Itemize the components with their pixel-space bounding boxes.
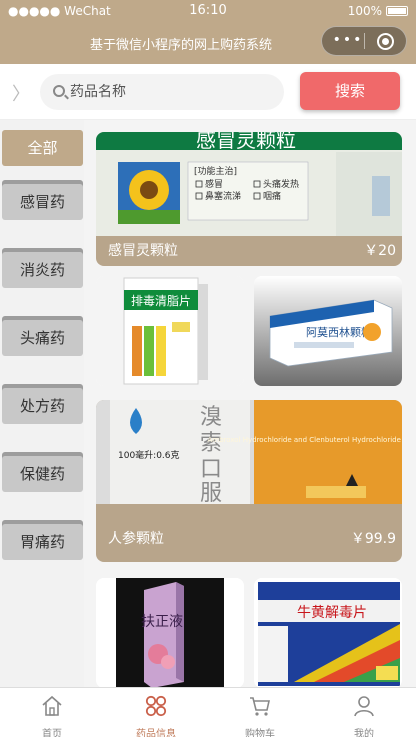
category-health[interactable]: 保健药	[2, 456, 83, 492]
tab-drug-info[interactable]: 药品信息	[104, 688, 208, 737]
status-bar: ●●●●● WeChat 16:10 100%	[0, 0, 416, 22]
battery-indicator: 100%	[348, 4, 408, 18]
page-title: 基于微信小程序的网上购药系统	[90, 38, 273, 53]
product-image: 阿莫西林颗粒	[254, 276, 402, 386]
category-prescription[interactable]: 处方药	[2, 388, 83, 424]
product-card[interactable]: 扶正液	[96, 578, 244, 687]
category-headache[interactable]: 头痛药	[2, 320, 83, 356]
product-card-featured[interactable]: 100毫升:0.6克 溴 索 口 服 Ambroxol Hydrochlorid…	[96, 400, 402, 562]
expand-chevron-icon[interactable]: 〉	[12, 80, 30, 106]
pack-item-text: 感冒	[205, 178, 223, 190]
svg-text:口: 口	[200, 457, 222, 482]
bottom-tab-bar: 首页 药品信息 购物车 我的	[0, 687, 416, 737]
pack-title-text: 牛黄解毒片	[297, 604, 367, 621]
product-card-featured[interactable]: 感冒灵颗粒 [功能主治] 感冒 头痛发热 鼻塞流涕 咽痛 感冒灵颗粒 ￥20	[96, 132, 402, 266]
search-icon	[53, 85, 65, 97]
product-list: 感冒灵颗粒 [功能主治] 感冒 头痛发热 鼻塞流涕 咽痛 感冒灵颗粒 ￥20 排…	[84, 120, 416, 687]
tab-cart[interactable]: 购物车	[208, 688, 312, 737]
tab-mine[interactable]: 我的	[312, 688, 416, 737]
search-button[interactable]: 搜索	[300, 72, 400, 110]
battery-percent: 100%	[347, 4, 382, 18]
pack-title-text: 排毒清脂片	[131, 293, 191, 308]
capsule-divider	[364, 33, 365, 49]
product-name: 人参颗粒	[108, 531, 164, 547]
product-card[interactable]: 阿莫西林颗粒	[254, 276, 402, 386]
cart-icon	[250, 697, 270, 716]
more-icon[interactable]: •••	[332, 33, 364, 48]
pack-item-text: 鼻塞流涕	[205, 190, 241, 202]
search-row: 〉 搜索	[0, 64, 416, 120]
product-price: ￥20	[364, 243, 396, 259]
product-image: 扶正液	[96, 578, 244, 687]
pack-title-text: 阿莫西林颗粒	[306, 325, 372, 339]
tab-label: 我的	[354, 729, 374, 737]
tab-label: 药品信息	[136, 729, 176, 737]
top-bar: ●●●●● WeChat 16:10 100% 基于微信小程序的网上购药系统 •…	[0, 0, 416, 64]
pack-title-text: 扶正液	[141, 614, 183, 630]
pack-eng-text: Ambroxol Hydrochloride and Clenbuterol H…	[208, 436, 403, 444]
pack-item-text: 咽痛	[263, 190, 281, 202]
pack-title-text: 感冒灵颗粒	[196, 132, 296, 152]
category-stomach[interactable]: 胃痛药	[2, 524, 83, 560]
home-icon	[42, 695, 62, 716]
screen: ●●●●● WeChat 16:10 100% 基于微信小程序的网上购药系统 •…	[0, 0, 416, 737]
tab-home[interactable]: 首页	[0, 688, 104, 737]
category-anti-inflammatory[interactable]: 消炎药	[2, 252, 83, 288]
battery-icon	[386, 6, 408, 16]
category-all[interactable]: 全部	[2, 130, 83, 166]
search-input[interactable]	[70, 82, 270, 102]
search-box[interactable]	[40, 74, 284, 110]
product-price: ￥99.9	[350, 531, 396, 547]
close-target-icon[interactable]	[377, 33, 394, 50]
pack-sub-text: 100毫升:0.6克	[118, 449, 180, 461]
product-card[interactable]: 牛黄解毒片	[254, 578, 402, 687]
svg-text:服: 服	[200, 481, 222, 504]
user-icon	[354, 696, 374, 717]
product-image: 感冒灵颗粒 [功能主治] 感冒 头痛发热 鼻塞流涕 咽痛	[96, 132, 402, 236]
grid-icon	[145, 695, 167, 717]
category-sidebar: 全部 感冒药 消炎药 头痛药 处方药 保健药 胃痛药	[0, 120, 84, 687]
product-card[interactable]: 排毒清脂片	[96, 276, 244, 386]
svg-text:溴: 溴	[200, 405, 222, 430]
product-name: 感冒灵颗粒	[108, 243, 178, 259]
tab-label: 购物车	[245, 729, 275, 737]
tab-label: 首页	[42, 729, 62, 737]
pack-item-text: 头痛发热	[263, 178, 299, 190]
product-image: 100毫升:0.6克 溴 索 口 服 Ambroxol Hydrochlorid…	[96, 400, 403, 506]
product-image: 牛黄解毒片	[254, 578, 402, 687]
pack-panel-text: [功能主治]	[194, 165, 237, 177]
category-cold[interactable]: 感冒药	[2, 184, 83, 220]
mini-program-capsule: •••	[321, 26, 407, 56]
product-image: 排毒清脂片	[96, 276, 244, 386]
